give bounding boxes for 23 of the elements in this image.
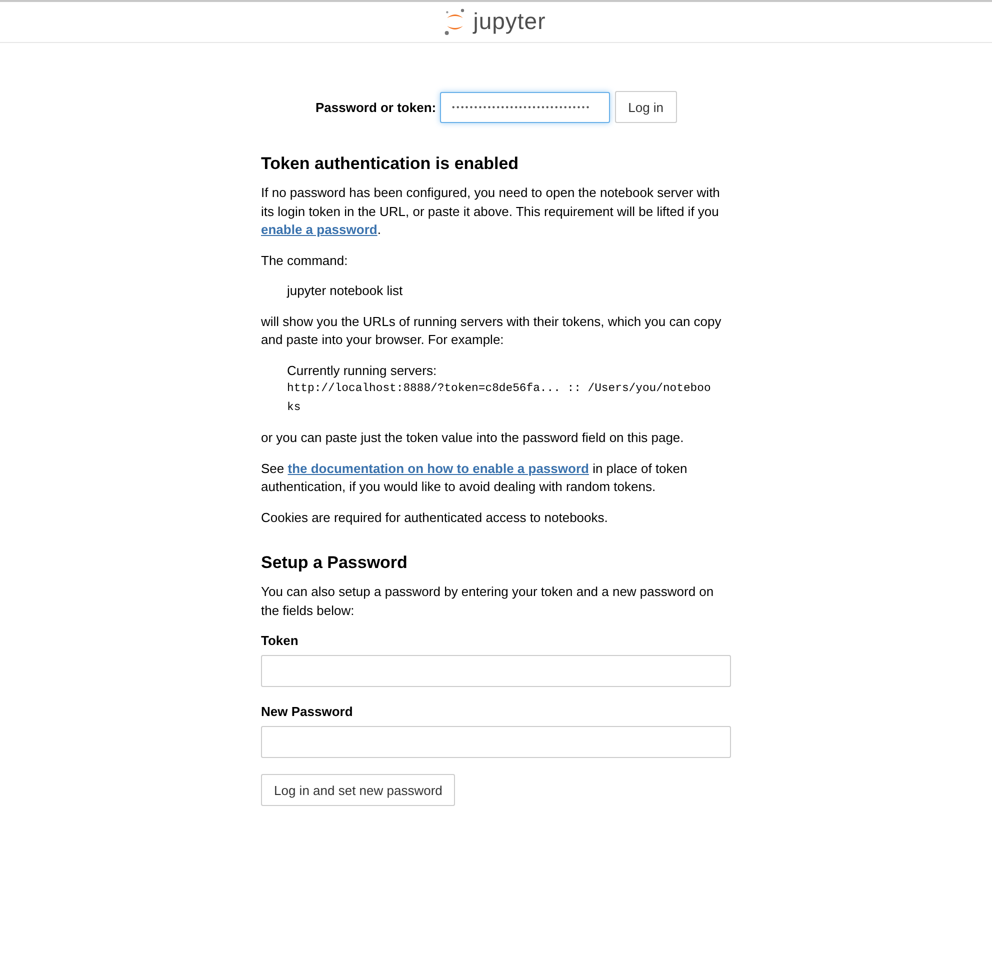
code-line: jupyter notebook list xyxy=(287,282,404,300)
code-line: Currently running servers: xyxy=(287,362,438,380)
paragraph: You can also setup a password by entering your token and a new password on the fields below: xyxy=(261,583,715,620)
set-password-button[interactable]: Log in and set new password xyxy=(261,774,456,806)
logo-icon xyxy=(444,8,466,36)
section-heading: Token authentication is enabled xyxy=(261,153,520,175)
paragraph: will show you the URLs of running servers with their tokens, which you can copy and paste into your browser. For example: xyxy=(261,312,722,349)
logo-text: jupyter xyxy=(473,6,546,36)
password-label: Password or token: xyxy=(315,100,436,114)
paragraph: If no password has been configured, you need to open the notebook server with its login token in the URL, or paste it above. This requirement will be lifted if you enable a password. xyxy=(261,184,721,239)
paragraph: Cookies are required for authenticated access to notebooks. xyxy=(261,508,609,527)
field-label: Token xyxy=(261,632,300,650)
paragraph: The command: xyxy=(261,252,349,270)
link[interactable]: the documentation on how to enable a password xyxy=(288,460,589,476)
field-label: New Password xyxy=(261,703,354,721)
paragraph: See the documentation on how to enable a password in place of token authentication, if you would like to avoid dealing with random tokens. xyxy=(261,460,688,496)
paragraph: or you can paste just the token value into the password field on this page. xyxy=(261,429,685,447)
link[interactable]: enable a password xyxy=(261,222,378,237)
code-line: http://localhost:8888/?token=c8de56fa... :: /Users/you/notebooks xyxy=(287,382,711,416)
section-heading: Setup a Password xyxy=(261,552,408,574)
login-button[interactable]: Log in xyxy=(615,91,677,123)
input-field[interactable] xyxy=(261,726,731,758)
input-field[interactable] xyxy=(261,655,731,687)
